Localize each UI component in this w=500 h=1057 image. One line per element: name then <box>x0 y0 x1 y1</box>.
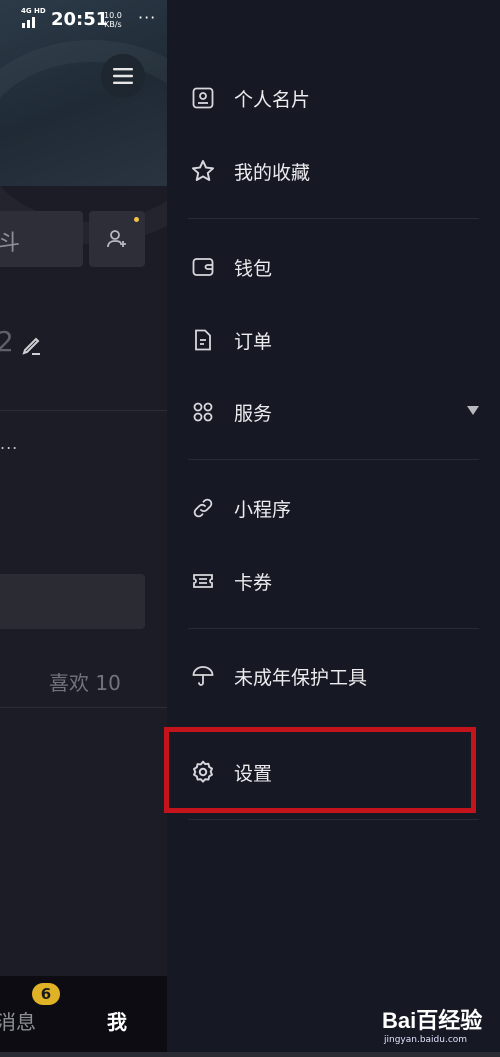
star-icon <box>189 157 217 185</box>
menu-item-mini-programs[interactable]: 小程序 <box>189 483 479 533</box>
signature-text: 2 <box>0 325 14 358</box>
document-icon <box>189 326 217 354</box>
menu-item-favorites[interactable]: 我的收藏 <box>189 146 479 196</box>
content-placeholder-bar <box>0 574 145 629</box>
speed-value: 10.0 <box>104 11 122 20</box>
more-text: ... <box>0 434 19 453</box>
speed-unit: KB/s <box>104 20 122 29</box>
menu-item-business-card[interactable]: 个人名片 <box>189 73 479 123</box>
wallet-icon <box>189 253 217 281</box>
settings-highlight-frame <box>164 727 476 813</box>
chevron-down-icon[interactable] <box>467 406 479 415</box>
watermark-url: jingyan.baidu.com <box>384 1035 468 1045</box>
menu-item-label: 卡券 <box>234 571 273 594</box>
umbrella-icon <box>189 662 217 690</box>
add-friend-button[interactable] <box>89 211 145 267</box>
divider <box>188 218 479 219</box>
menu-item-wallet[interactable]: 钱包 <box>189 242 479 292</box>
side-drawer-menu: 个人名片 我的收藏 钱包 订单 服务 小程序 卡券 未成年保护工具 设置 <box>167 0 500 1057</box>
divider <box>0 410 167 411</box>
menu-item-label: 个人名片 <box>234 88 311 111</box>
menu-item-coupons[interactable]: 卡券 <box>189 556 479 606</box>
menu-item-label: 我的收藏 <box>234 161 311 184</box>
edit-profile-button[interactable]: 斗 <box>0 211 83 267</box>
tab-likes[interactable]: 喜欢 10 <box>49 667 121 696</box>
network-speed: 10.0 KB/s <box>104 11 122 29</box>
divider <box>188 459 479 460</box>
menu-item-services[interactable]: 服务 <box>189 387 479 437</box>
ticket-icon <box>189 567 217 595</box>
menu-item-label: 订单 <box>234 330 273 353</box>
id-card-icon <box>189 84 217 112</box>
home-indicator <box>0 1052 500 1057</box>
grid-icon <box>189 398 217 426</box>
menu-item-label: 服务 <box>234 402 273 425</box>
divider <box>188 628 479 629</box>
hamburger-menu-button[interactable] <box>101 54 145 98</box>
hamburger-icon <box>113 68 133 84</box>
link-icon <box>189 494 217 522</box>
nav-messages[interactable]: 消息 <box>0 1006 36 1035</box>
clock: 20:51 <box>51 9 109 30</box>
baidu-jingyan-watermark: Bai百经验 jingyan.baidu.com <box>382 1003 482 1045</box>
edit-profile-label: 斗 <box>0 231 21 256</box>
menu-item-label: 未成年保护工具 <box>234 666 368 689</box>
menu-item-minor-protection[interactable]: 未成年保护工具 <box>189 651 479 701</box>
edit-pencil-icon[interactable] <box>20 333 44 357</box>
menu-item-label: 小程序 <box>234 498 292 521</box>
more-status-icon: ··· <box>138 8 157 27</box>
watermark-logo: Bai百经验 <box>382 1008 483 1033</box>
menu-item-orders[interactable]: 订单 <box>189 315 479 365</box>
divider <box>0 707 167 708</box>
messages-badge: 6 <box>32 983 60 1005</box>
notification-dot <box>134 217 139 222</box>
menu-item-label: 钱包 <box>234 257 273 280</box>
divider <box>188 819 479 820</box>
add-friend-icon <box>107 230 126 248</box>
profile-page: 斗 2 ... 喜欢 10 消息 6 我 <box>0 0 167 1057</box>
signal-icon <box>22 17 35 28</box>
nav-me[interactable]: 我 <box>107 1006 127 1035</box>
